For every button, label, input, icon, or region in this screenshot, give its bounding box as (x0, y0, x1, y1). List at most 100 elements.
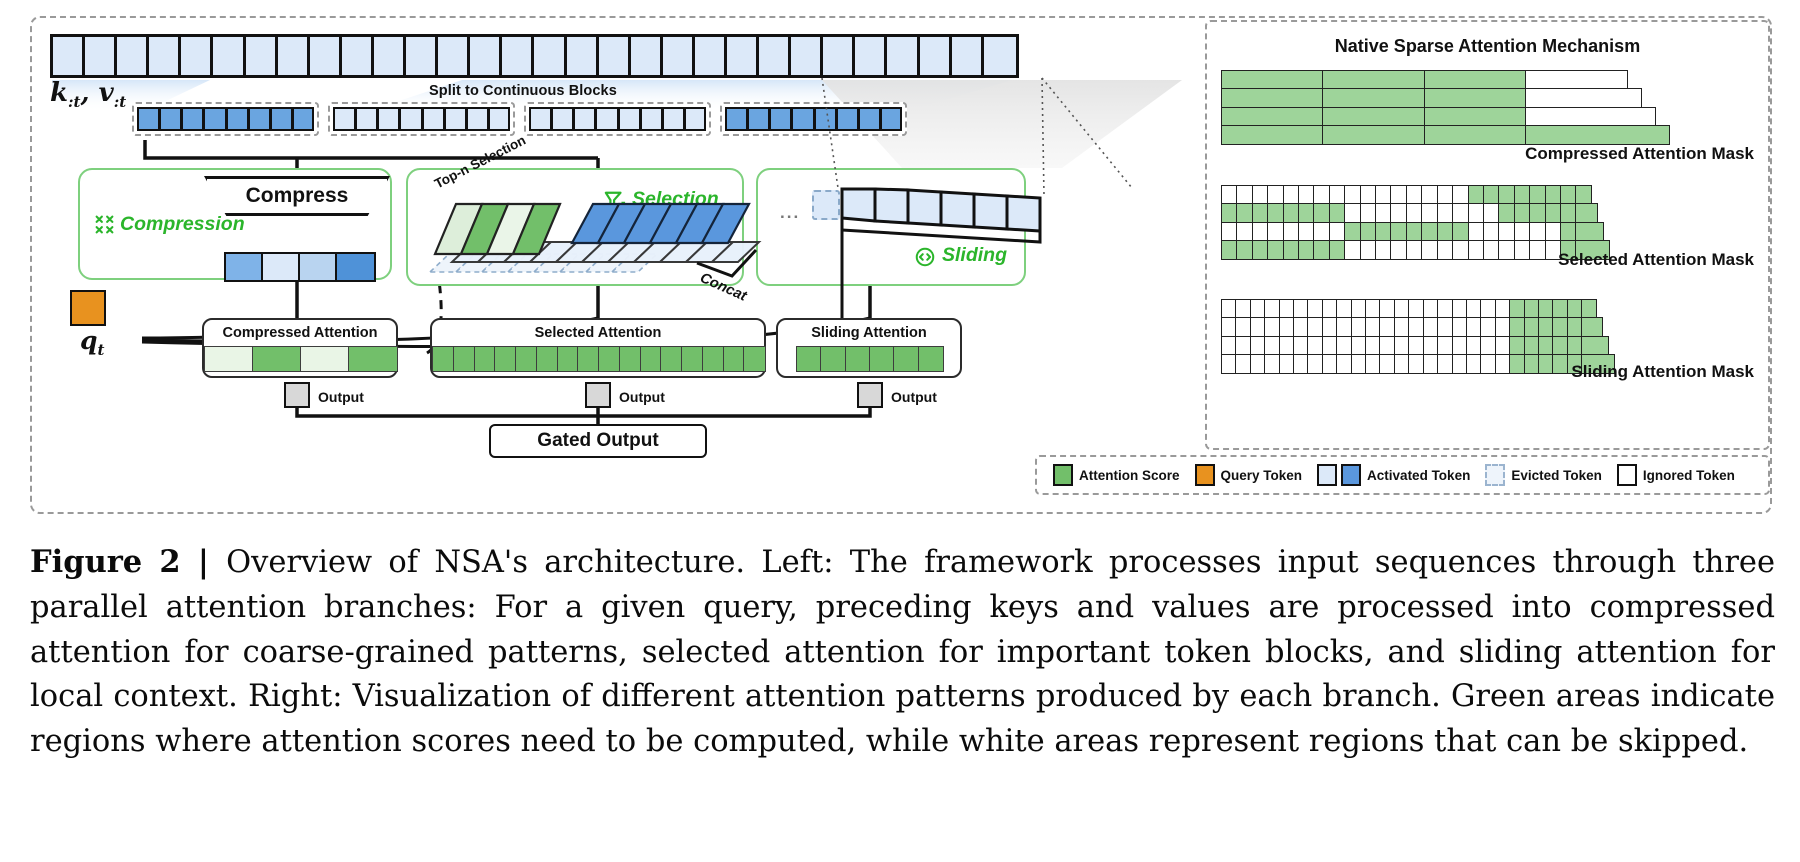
legend-swatch-attention-score (1053, 464, 1073, 486)
activated-token (291, 107, 315, 131)
legend-item-attention-score: Attention Score (1053, 464, 1180, 486)
activated-token (725, 107, 748, 131)
activated-token (813, 107, 836, 131)
mask-cell-attended (1525, 125, 1671, 146)
mask-row (1221, 317, 1614, 338)
block-group-1[interactable] (132, 102, 320, 136)
selected-attention-box[interactable]: Selected Attention (430, 318, 766, 378)
input-token (919, 37, 952, 75)
input-token (887, 37, 920, 75)
activated-token (247, 107, 270, 131)
output-label-selected: Output (619, 389, 665, 405)
legend-label-query-token: Query Token (1220, 467, 1303, 483)
ignored-token (399, 107, 422, 131)
activated-token (879, 107, 903, 131)
ignored-token (573, 107, 596, 131)
mask-cell-attended (1423, 125, 1527, 146)
input-token (502, 37, 535, 75)
activated-token (181, 107, 204, 131)
output-label-sliding: Output (891, 389, 937, 405)
sliding-attention-mask (1221, 299, 1616, 375)
attention-score-cell (893, 346, 920, 372)
mask-row (1221, 354, 1616, 375)
input-token (438, 37, 471, 75)
legend-swatch-ignored-token (1616, 464, 1637, 486)
qt-label: qt (80, 326, 105, 359)
mask-cell-skipped (1525, 88, 1643, 109)
sliding-attention-box[interactable]: Sliding Attention (776, 318, 962, 378)
mask-row (1221, 221, 1609, 242)
attention-score-cell (795, 346, 822, 372)
mask-cell-skipped (1525, 70, 1629, 90)
attention-score-cell (473, 346, 496, 372)
input-token (245, 37, 278, 75)
input-token (149, 37, 182, 75)
mask-row (1221, 203, 1609, 224)
attention-score-cell (348, 346, 398, 372)
compress-button[interactable]: Compress (204, 176, 390, 216)
figure-caption-text: Overview of NSA's architecture. Left: Th… (30, 545, 1775, 760)
block-group-3[interactable] (524, 102, 712, 136)
ignored-token (465, 107, 488, 131)
input-token (470, 37, 503, 75)
figure-page: k:t, v:t Split to Continuous Blocks Comp… (0, 0, 1800, 862)
block-group-4[interactable] (720, 102, 908, 136)
activated-token (835, 107, 858, 131)
legend-item-activated-token: Activated Token (1317, 464, 1470, 486)
block-group-2[interactable] (328, 102, 516, 136)
compressed-attention-mask-caption: Compressed Attention Mask (1525, 144, 1754, 163)
activated-token (159, 107, 182, 131)
input-token (566, 37, 599, 75)
mask-cell-attended (1221, 106, 1324, 127)
input-token (534, 37, 567, 75)
attention-score-cell (452, 346, 476, 372)
mask-cell-attended (1322, 70, 1426, 90)
ignored-token (443, 107, 466, 131)
mask-cell-attended (1221, 125, 1324, 146)
sliding-branch-title: Sliding (942, 244, 1007, 266)
activated-token (747, 107, 770, 131)
legend-swatch-activated-token-dark (1341, 464, 1362, 486)
attention-score-cell (300, 346, 350, 372)
ignored-token (355, 107, 378, 131)
selection-branch[interactable] (406, 168, 744, 286)
mask-row (1221, 106, 1669, 127)
legend-item-ignored-token: Ignored Token (1616, 464, 1735, 486)
query-token-qt[interactable] (70, 290, 106, 326)
attention-score-cell (701, 346, 725, 372)
input-token (117, 37, 150, 75)
compressed-token (337, 254, 374, 280)
mask-cell-attended (1221, 88, 1324, 109)
split-to-blocks-label: Split to Continuous Blocks (429, 83, 617, 99)
ignored-token (333, 107, 356, 131)
attention-score-cell (252, 346, 302, 372)
activated-token (791, 107, 814, 131)
attention-score-cell (681, 346, 704, 372)
input-token (726, 37, 760, 75)
ignored-token (377, 107, 400, 131)
attention-score-cell (917, 346, 944, 372)
ellipsis-label: ... (780, 203, 801, 222)
input-token (662, 37, 695, 75)
input-token (213, 37, 246, 75)
selected-attention-mask-caption: Selected Attention Mask (1558, 250, 1754, 269)
sliding-attention-mask-caption: Sliding Attention Mask (1571, 362, 1754, 381)
ignored-token (551, 107, 574, 131)
legend-item-evicted-token: Evicted Token (1485, 464, 1602, 486)
activated-token (769, 107, 792, 131)
input-token (181, 37, 214, 75)
sliding-branch[interactable] (756, 168, 1026, 286)
kv-label: k:t, v:t (50, 78, 127, 111)
mask-row (1221, 70, 1669, 90)
attention-score-cell (515, 346, 538, 372)
attention-score-cell (660, 346, 683, 372)
legend-swatch-activated-token-light (1317, 464, 1338, 486)
mask-row (1221, 335, 1614, 356)
compressed-attention-box[interactable]: Compressed Attention (202, 318, 398, 378)
mask-row (1221, 88, 1669, 109)
input-token (630, 37, 663, 75)
compressed-token (300, 254, 337, 280)
input-token (855, 37, 888, 75)
gated-output-box[interactable]: Gated Output (489, 424, 707, 458)
ignored-token (617, 107, 640, 131)
